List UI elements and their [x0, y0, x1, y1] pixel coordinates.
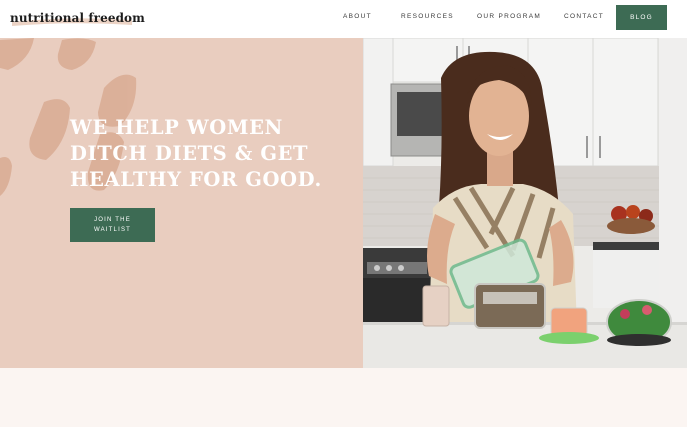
headline-line: DITCH DIETS & GET — [70, 142, 309, 165]
headline-line: HEALTHY FOR GOOD. — [70, 168, 322, 191]
nav-resources[interactable]: RESOURCES — [401, 13, 454, 20]
logo[interactable]: nutritional freedom — [10, 10, 145, 26]
nav-contact[interactable]: CONTACT — [564, 13, 604, 20]
hero-photo — [363, 38, 687, 368]
brush-stroke-decoration — [0, 38, 137, 196]
cta-label-line2: WAITLIST — [93, 227, 132, 233]
nav-our-program[interactable]: OUR PROGRAM — [477, 13, 541, 20]
blog-button[interactable]: BLOG — [616, 5, 667, 30]
nav-about[interactable]: ABOUT — [343, 13, 372, 20]
site-header: nutritional freedom ABOUT RESOURCES OUR … — [0, 0, 687, 38]
join-waitlist-button[interactable]: JOIN THE WAITLIST — [70, 208, 155, 242]
next-section-strip — [0, 368, 687, 427]
kitchen-photo-illustration — [363, 38, 687, 368]
logo-text: nutritional freedom — [10, 11, 145, 25]
hero-text-panel: WE HELP WOMEN DITCH DIETS & GET HEALTHY … — [0, 38, 363, 368]
cta-label-line1: JOIN THE — [94, 217, 131, 223]
headline-line: WE HELP WOMEN — [70, 116, 283, 139]
hero-headline: WE HELP WOMEN DITCH DIETS & GET HEALTHY … — [70, 115, 350, 193]
page: nutritional freedom ABOUT RESOURCES OUR … — [0, 0, 687, 427]
